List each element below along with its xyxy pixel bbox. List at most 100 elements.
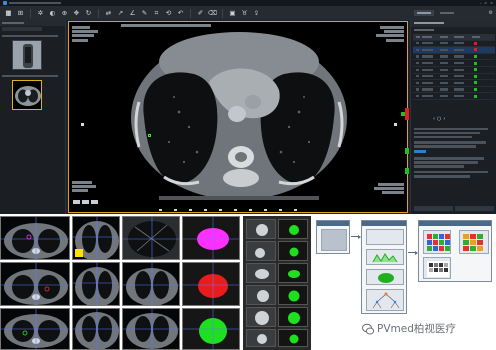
severity-swatch xyxy=(474,81,477,85)
table-row-selected[interactable] xyxy=(413,47,495,54)
table-row[interactable] xyxy=(413,54,495,61)
toolbar-divider xyxy=(30,8,31,18)
orientation-left-marker xyxy=(394,122,397,127)
close-icon[interactable]: × xyxy=(490,1,493,5)
coronal-view xyxy=(72,262,120,306)
coronal-view xyxy=(72,308,120,350)
nodule-table xyxy=(413,34,495,100)
results-actions xyxy=(414,206,494,211)
severity-bar-green xyxy=(405,168,409,174)
lung-icon[interactable]: ♉ xyxy=(240,9,249,18)
overlay-top-right xyxy=(376,25,404,43)
finding-item[interactable] xyxy=(414,141,494,154)
watermark-text: PVmed柏视医疗 xyxy=(377,323,456,335)
severity-swatch xyxy=(474,48,477,52)
pen-icon[interactable]: ✐ xyxy=(196,9,205,18)
table-row[interactable] xyxy=(413,41,495,48)
tab-module-2[interactable] xyxy=(437,10,457,16)
severity-swatch xyxy=(474,61,477,65)
workflow-segmentation-box xyxy=(361,220,407,314)
measure-icon[interactable]: ↗ xyxy=(116,9,125,18)
workflow-panel xyxy=(366,289,404,311)
view-label xyxy=(75,249,83,257)
nodule-3d-render xyxy=(278,307,308,327)
flip-icon[interactable]: ⇄ xyxy=(104,9,113,18)
workflow-arrow xyxy=(351,234,361,239)
watermark: PVmed柏视医疗 xyxy=(362,321,456,336)
nodule-slice xyxy=(246,329,276,347)
toolbar-divider xyxy=(222,8,223,18)
nodule-3d-render xyxy=(278,241,308,261)
workflow-step-title xyxy=(362,221,406,226)
image-icon[interactable]: ▣ xyxy=(228,9,237,18)
severity-swatch xyxy=(474,88,477,92)
table-row[interactable] xyxy=(413,60,495,67)
minimize-icon[interactable]: – xyxy=(480,1,482,5)
results-panel-subtitle xyxy=(411,27,496,33)
angle-icon[interactable]: ∠ xyxy=(128,9,137,18)
nodule-3d-render xyxy=(278,263,308,283)
rotate-icon[interactable]: ↻ xyxy=(84,9,93,18)
crop-icon[interactable]: ⌗ xyxy=(152,9,161,18)
series-thumbnail[interactable] xyxy=(2,34,64,78)
invert-icon[interactable]: ◐ xyxy=(48,9,57,18)
results-nav: ‹○› xyxy=(433,116,447,122)
grid-icon[interactable]: ⊞ xyxy=(16,9,25,18)
pan-icon[interactable]: ✥ xyxy=(72,9,81,18)
workflow-panel xyxy=(366,229,404,245)
table-row[interactable] xyxy=(413,93,495,100)
table-row[interactable] xyxy=(413,87,495,94)
nodule-3d-render xyxy=(278,329,308,347)
overlay-top-center xyxy=(121,23,211,27)
viewport-tags xyxy=(73,200,98,204)
series-panel-title xyxy=(0,20,65,26)
layout-icon[interactable]: ▦ xyxy=(4,9,13,18)
axial-view xyxy=(0,308,70,350)
settings-icon[interactable]: ⚙ xyxy=(489,10,493,16)
toolbar-divider xyxy=(98,8,99,18)
findings-list xyxy=(414,126,494,181)
nodule-marker[interactable] xyxy=(148,134,151,137)
orientation-right-marker xyxy=(81,122,84,127)
table-row[interactable] xyxy=(413,80,495,87)
zoom-icon[interactable]: ⊕ xyxy=(60,9,69,18)
severity-bar-red xyxy=(405,108,409,120)
annotate-icon[interactable]: ✎ xyxy=(140,9,149,18)
adjust-icon[interactable]: ✲ xyxy=(36,9,45,18)
nodule-slice xyxy=(246,219,276,239)
severity-swatch xyxy=(474,68,477,72)
next-icon[interactable]: › xyxy=(443,116,447,122)
finding-item[interactable] xyxy=(414,157,494,168)
viewport-tag[interactable] xyxy=(82,200,89,204)
ct-figure-grid xyxy=(0,216,240,350)
ct-input-thumb xyxy=(321,229,347,251)
table-row[interactable] xyxy=(413,67,495,74)
series-thumbnail-label xyxy=(2,34,64,39)
feature-grid xyxy=(423,230,451,254)
action-button[interactable] xyxy=(455,206,494,211)
severity-bar-green xyxy=(401,112,405,116)
segmentation-figure xyxy=(243,216,311,350)
feature-grid xyxy=(459,230,489,254)
feature-grid xyxy=(423,257,451,279)
ct-viewport[interactable] xyxy=(68,21,408,213)
action-button[interactable] xyxy=(414,206,453,211)
nodule-slice xyxy=(246,307,276,327)
3d-render-view xyxy=(182,262,240,306)
overlay-top-left xyxy=(72,25,98,43)
series-panel-line xyxy=(2,27,42,31)
maximize-icon[interactable]: ▫ xyxy=(485,1,487,5)
coronal-view xyxy=(72,216,120,260)
eraser-icon[interactable]: ⌫ xyxy=(208,9,217,18)
tab-module-1[interactable] xyxy=(414,10,434,16)
reset-icon[interactable]: ⟲ xyxy=(164,9,173,18)
undo-icon[interactable]: ↶ xyxy=(176,9,185,18)
severity-swatch xyxy=(474,41,477,45)
viewport-tag[interactable] xyxy=(73,200,80,204)
finding-item[interactable] xyxy=(414,127,494,139)
finding-item[interactable] xyxy=(414,170,494,178)
viewport-tag[interactable] xyxy=(91,200,98,204)
series-thumbnail-selected[interactable] xyxy=(2,74,64,118)
export-icon[interactable]: ⇪ xyxy=(252,9,261,18)
table-row[interactable] xyxy=(413,74,495,81)
